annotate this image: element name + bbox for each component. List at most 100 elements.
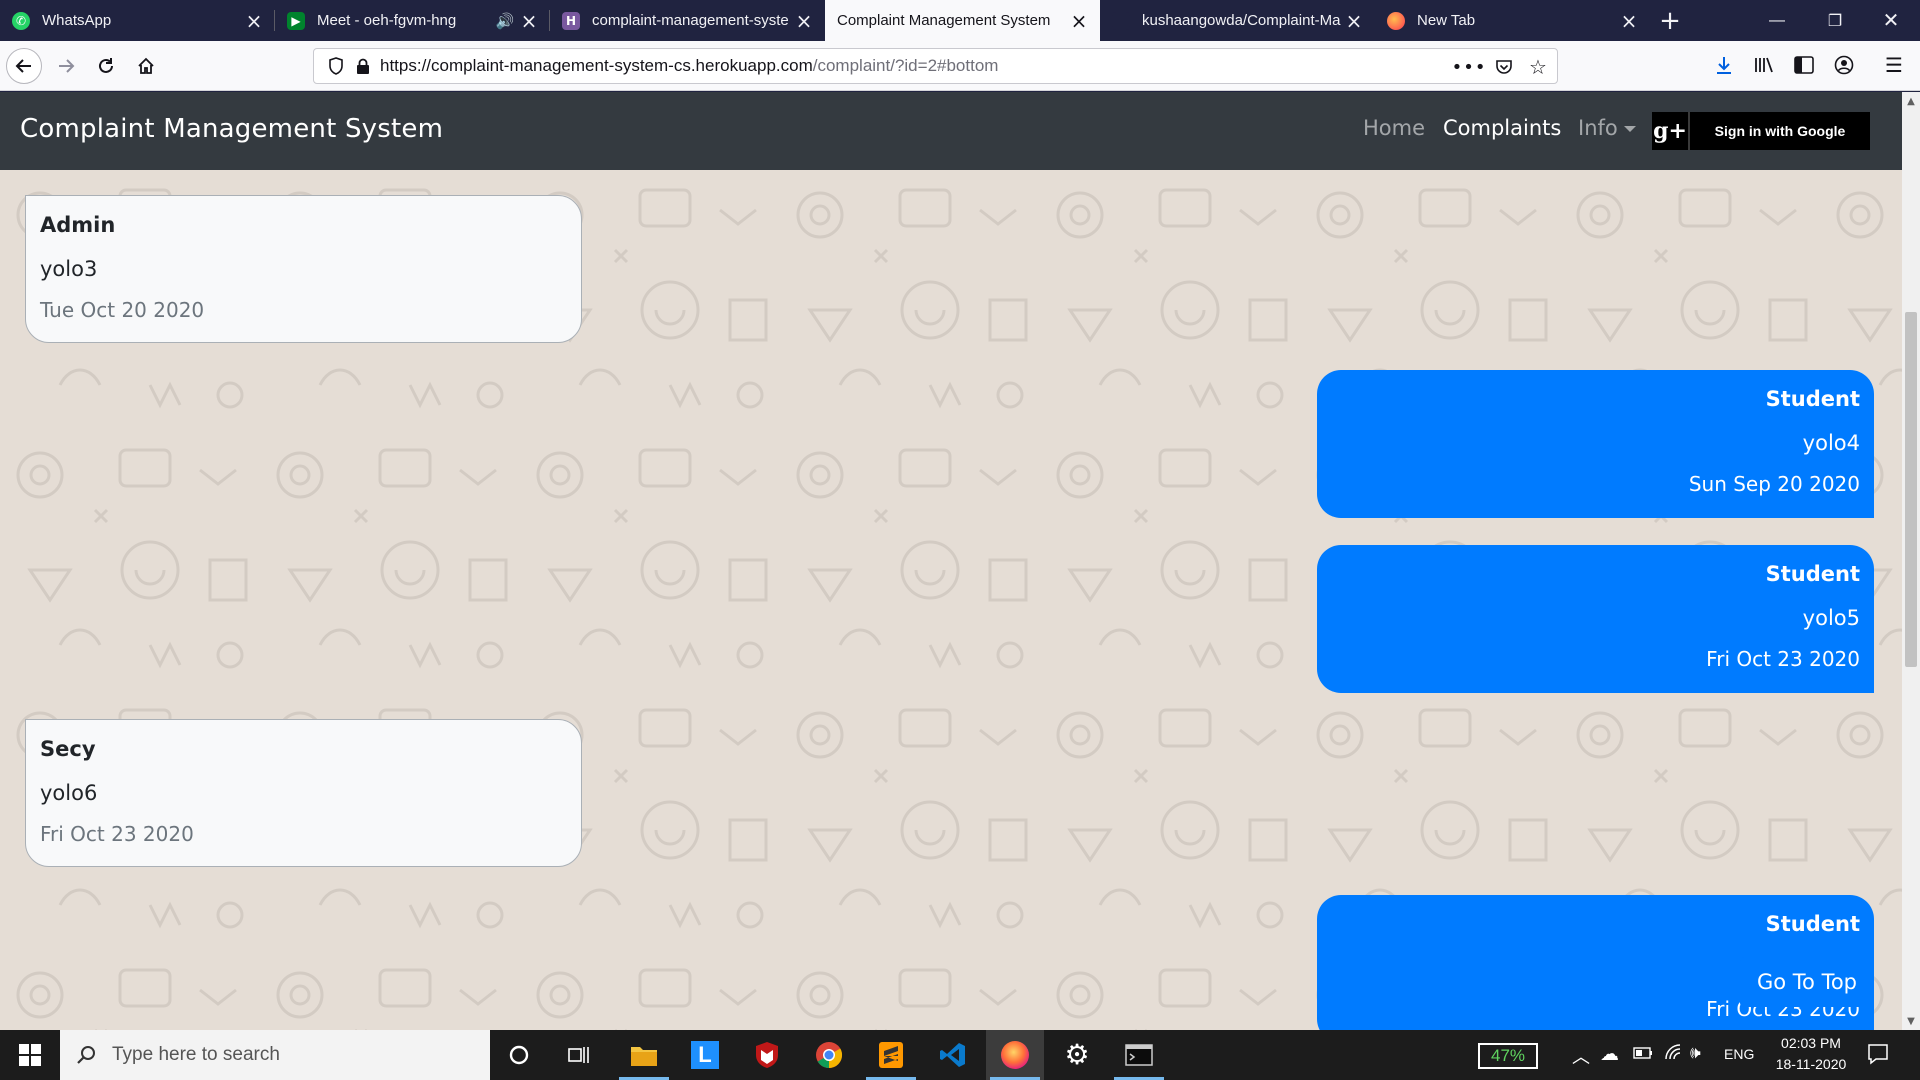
scroll-down-arrow-icon[interactable]: ▼ [1902, 1012, 1920, 1030]
sidebar-icon[interactable] [1794, 55, 1814, 75]
windows-taskbar: Type here to search L ⚙ 47% ︿ ☁ 🕪 ENG 02… [0, 1030, 1920, 1080]
lock-icon[interactable] [356, 58, 370, 74]
forward-button[interactable] [48, 48, 84, 84]
gear-icon: ⚙ [1064, 1038, 1090, 1071]
tab-title: complaint-management-syste [592, 12, 789, 29]
restore-button[interactable]: ❐ [1806, 0, 1864, 41]
close-icon[interactable]: × [518, 9, 540, 33]
arrow-left-icon [15, 59, 31, 73]
url-path: /complaint/?id=2#bottom [812, 56, 999, 75]
library-icon[interactable] [1754, 55, 1774, 75]
hamburger-menu-icon[interactable]: ☰ [1884, 53, 1904, 77]
tab-meet[interactable]: ▶ Meet - oeh-fgvm-hng 🔊 × [275, 0, 550, 41]
shield-icon[interactable] [328, 57, 344, 75]
close-icon[interactable]: × [1068, 9, 1090, 33]
back-button[interactable] [6, 48, 42, 84]
firefox-icon [1001, 1041, 1029, 1069]
new-tab-button[interactable]: + [1650, 0, 1690, 41]
google-sign-in-button[interactable]: g+ Sign in with Google [1652, 112, 1870, 150]
taskbar-sublime-text[interactable] [862, 1030, 920, 1080]
taskbar-mcafee[interactable] [738, 1030, 796, 1080]
notification-center-icon[interactable] [1866, 1042, 1890, 1071]
message-sender: Student [1765, 912, 1860, 936]
taskbar-vscode[interactable] [924, 1030, 982, 1080]
home-icon [138, 57, 154, 74]
wifi-icon[interactable] [1664, 1043, 1684, 1066]
tab-new-tab[interactable]: New Tab × [1375, 0, 1650, 41]
nav-complaints-link[interactable]: Complaints [1443, 116, 1561, 140]
url-text[interactable]: https://complaint-management-system-cs.h… [380, 56, 998, 76]
folder-icon [631, 1047, 657, 1066]
tab-whatsapp[interactable]: ✆ WhatsApp × [0, 0, 275, 41]
clock-date[interactable]: 18-11-2020 [1770, 1056, 1852, 1072]
close-window-button[interactable]: ✕ [1862, 0, 1920, 41]
language-indicator[interactable]: ENG [1724, 1046, 1754, 1062]
page-actions-icon[interactable]: ••• [1452, 57, 1486, 78]
address-bar[interactable]: https://complaint-management-system-cs.h… [313, 48, 1558, 84]
vscode-icon [940, 1043, 965, 1067]
tab-heroku[interactable]: H complaint-management-syste × [550, 0, 825, 41]
taskbar-settings[interactable]: ⚙ [1048, 1030, 1106, 1080]
bookmark-star-icon[interactable]: ☆ [1528, 55, 1548, 79]
account-icon[interactable] [1834, 55, 1854, 75]
pocket-icon[interactable] [1494, 57, 1514, 77]
scrollbar-thumb[interactable] [1905, 312, 1917, 667]
cortana-circle-icon [509, 1045, 529, 1065]
task-view-button[interactable] [550, 1030, 608, 1080]
nav-info-dropdown[interactable]: Info [1578, 116, 1636, 140]
tab-github[interactable]: kushaangowda/Complaint-Ma × [1100, 0, 1375, 41]
speaker-icon[interactable]: 🕪 [1690, 1043, 1701, 1063]
browser-navigation-bar: https://complaint-management-system-cs.h… [0, 41, 1920, 91]
reload-button[interactable] [88, 48, 124, 84]
scroll-up-arrow-icon[interactable]: ▲ [1902, 92, 1920, 110]
whatsapp-icon: ✆ [12, 11, 30, 30]
speaker-icon[interactable]: 🔊 [494, 12, 516, 30]
nav-info-label: Info [1578, 116, 1618, 140]
search-icon [77, 1046, 95, 1064]
url-host: https://complaint-management-system-cs.h… [380, 56, 813, 75]
battery-icon[interactable] [1633, 1046, 1653, 1064]
chevron-up-icon[interactable]: ︿ [1572, 1043, 1590, 1069]
close-icon[interactable]: × [1343, 9, 1365, 33]
start-button[interactable] [0, 1030, 60, 1080]
battery-percent: 47% [1490, 1046, 1526, 1065]
message-bubble-student: Student yolo5 Fri Oct 23 2020 [1317, 545, 1874, 693]
go-to-top-button[interactable]: Go To Top [1740, 957, 1874, 1007]
close-icon[interactable]: × [243, 9, 265, 33]
l-app-icon: L [691, 1041, 719, 1069]
battery-indicator[interactable]: 47% [1478, 1043, 1538, 1069]
close-icon[interactable]: × [793, 9, 815, 33]
taskbar-terminal[interactable] [1110, 1030, 1168, 1080]
chrome-icon [816, 1042, 843, 1069]
message-date: Fri Oct 23 2020 [1706, 647, 1860, 671]
taskbar-firefox[interactable] [986, 1030, 1044, 1080]
firefox-icon [1387, 11, 1405, 30]
google-sign-in-label: Sign in with Google [1714, 123, 1846, 139]
message-bubble-admin: Admin yolo3 Tue Oct 20 2020 [25, 195, 582, 343]
taskbar-app-l[interactable]: L [676, 1030, 734, 1080]
minimize-button[interactable]: — [1748, 0, 1806, 41]
download-icon[interactable] [1714, 55, 1734, 75]
message-text: yolo6 [40, 781, 98, 805]
message-sender: Student [1765, 387, 1860, 411]
brand-title[interactable]: Complaint Management System [20, 114, 443, 144]
taskbar-file-explorer[interactable] [615, 1030, 673, 1080]
mcafee-shield-icon [756, 1042, 778, 1068]
close-icon[interactable]: × [1618, 9, 1640, 33]
google-meet-icon: ▶ [287, 11, 305, 30]
nav-home-link[interactable]: Home [1363, 116, 1425, 140]
taskbar-search-box[interactable]: Type here to search [60, 1030, 490, 1080]
reload-icon [99, 58, 113, 73]
cortana-button[interactable] [490, 1030, 548, 1080]
windows-logo-icon [19, 1044, 41, 1066]
onedrive-cloud-icon[interactable]: ☁ [1600, 1043, 1619, 1066]
message-date: Fri Oct 23 2020 [40, 822, 194, 846]
tab-complaint-management[interactable]: Complaint Management System × [825, 0, 1100, 41]
taskbar-chrome[interactable] [800, 1030, 858, 1080]
browser-tab-strip: ✆ WhatsApp × ▶ Meet - oeh-fgvm-hng 🔊 × H… [0, 0, 1920, 41]
sublime-text-icon [879, 1042, 903, 1068]
page-scrollbar[interactable]: ▲ ▼ [1902, 92, 1920, 1030]
clock-time[interactable]: 02:03 PM [1776, 1035, 1846, 1051]
message-sender: Secy [40, 737, 96, 761]
home-button[interactable] [128, 48, 164, 84]
